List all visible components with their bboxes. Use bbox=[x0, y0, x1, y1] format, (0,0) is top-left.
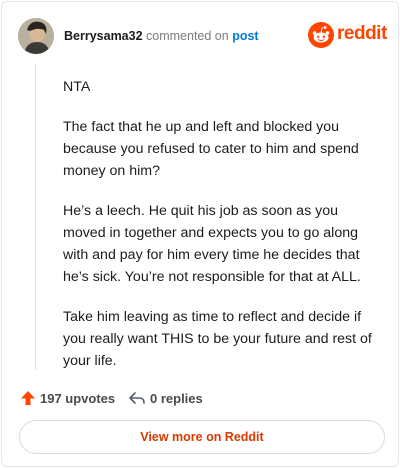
thread-line bbox=[35, 64, 36, 370]
comment-paragraph: Take him leaving as time to reflect and … bbox=[63, 309, 372, 369]
reply-arrow-icon bbox=[129, 392, 145, 404]
reddit-wordmark: reddit bbox=[337, 23, 387, 44]
comment-paragraph: He’s a leech. He quit his job as soon as… bbox=[63, 203, 361, 285]
avatar-image bbox=[18, 18, 54, 54]
upvote-button[interactable]: 197 upvotes bbox=[20, 388, 115, 408]
comment-header: Berrysama32 commented on post reddit bbox=[18, 18, 387, 54]
reply-count: 0 replies bbox=[150, 390, 203, 406]
comment-paragraph: The fact that he up and left and blocked… bbox=[63, 119, 359, 179]
action-text: commented on bbox=[146, 29, 229, 43]
reply-button[interactable]: 0 replies bbox=[128, 388, 203, 408]
comment-paragraph: NTA bbox=[63, 79, 91, 95]
comment-stats: 197 upvotes 0 replies bbox=[20, 388, 382, 408]
reddit-snoo-icon bbox=[308, 22, 334, 48]
view-more-on-reddit-button[interactable]: View more on Reddit bbox=[19, 420, 385, 454]
comment-meta: Berrysama32 commented on post bbox=[64, 27, 259, 45]
post-link[interactable]: post bbox=[232, 29, 258, 43]
upvote-count: 197 upvotes bbox=[40, 390, 116, 406]
comment-body: NTA The fact that he up and left and blo… bbox=[63, 76, 381, 390]
author-name[interactable]: Berrysama32 bbox=[64, 29, 143, 43]
embedded-comment-card: Berrysama32 commented on post reddit NTA… bbox=[1, 1, 399, 467]
reddit-brand[interactable]: reddit bbox=[308, 20, 387, 50]
upvote-arrow-icon bbox=[21, 391, 35, 405]
user-avatar[interactable] bbox=[18, 18, 54, 54]
